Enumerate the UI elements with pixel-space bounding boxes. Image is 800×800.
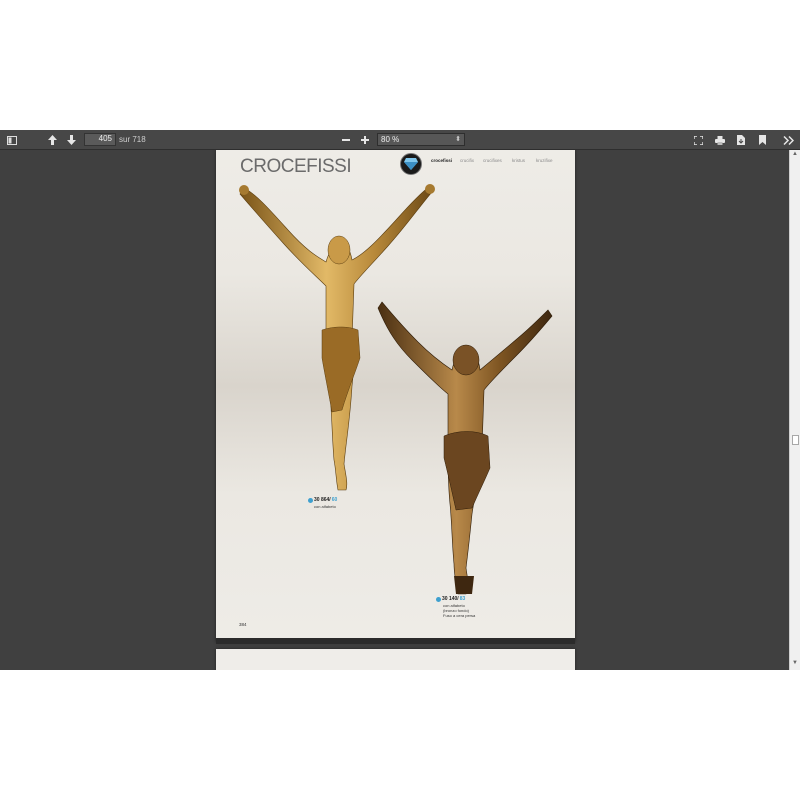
vertical-scrollbar[interactable]: ▲ ▼ xyxy=(789,150,800,670)
product-note-1: con alfabeto xyxy=(314,504,336,509)
product-note-2c: Fuso a cera persa xyxy=(443,613,476,618)
download-icon[interactable] xyxy=(735,130,747,150)
page-title: CROCEFISSI xyxy=(240,156,352,177)
page-footer-number: 384 xyxy=(239,622,247,627)
catalog-page: CROCEFISSI crocefissi crucifix crucifixe… xyxy=(216,150,575,644)
sidebar-toggle-icon[interactable] xyxy=(5,130,19,150)
category-kruzifixe: kruzifixe xyxy=(536,158,553,163)
next-catalog-page xyxy=(216,649,575,670)
info-badge-icon xyxy=(436,596,441,602)
product-code-2: 30 140/83 xyxy=(436,596,465,602)
scroll-thumb[interactable] xyxy=(792,435,799,445)
scroll-down-icon[interactable]: ▼ xyxy=(792,660,798,666)
zoom-out-icon[interactable] xyxy=(340,130,352,150)
category-kristus: kristus xyxy=(512,158,526,163)
page-bottom-band xyxy=(216,638,575,644)
category-crocefissi: crocefissi xyxy=(431,158,453,163)
document-area[interactable]: CROCEFISSI crocefissi crucifix crucifixe… xyxy=(0,150,789,670)
category-crucifixes: crucifixes xyxy=(483,158,502,163)
diamond-logo-icon xyxy=(400,153,422,175)
crucifix-corpus-bronze-image xyxy=(377,301,553,595)
scroll-up-icon[interactable]: ▲ xyxy=(792,151,798,157)
zoom-in-icon[interactable] xyxy=(359,130,371,150)
print-icon[interactable] xyxy=(713,130,726,150)
info-badge-icon xyxy=(308,497,313,503)
viewer-toolbar: 405 sur 718 80 % ⬍ xyxy=(0,130,800,150)
arrow-up-icon[interactable] xyxy=(46,130,58,150)
page-count-label: sur 718 xyxy=(119,135,146,144)
select-caret-icon: ⬍ xyxy=(455,136,461,143)
pdf-viewer: 405 sur 718 80 % ⬍ CROCEFISSI crocefissi… xyxy=(0,130,800,670)
arrow-down-icon[interactable] xyxy=(65,130,77,150)
fullscreen-icon[interactable] xyxy=(692,130,704,150)
product-code-1: 30 864/60 xyxy=(308,497,337,503)
zoom-value: 80 % xyxy=(381,135,400,144)
double-chevron-right-icon[interactable] xyxy=(781,130,795,150)
category-crucifix: crucifix xyxy=(460,158,475,163)
page-number-input[interactable]: 405 xyxy=(84,133,116,146)
zoom-select[interactable]: 80 % ⬍ xyxy=(377,133,465,146)
bookmark-icon[interactable] xyxy=(756,130,768,150)
